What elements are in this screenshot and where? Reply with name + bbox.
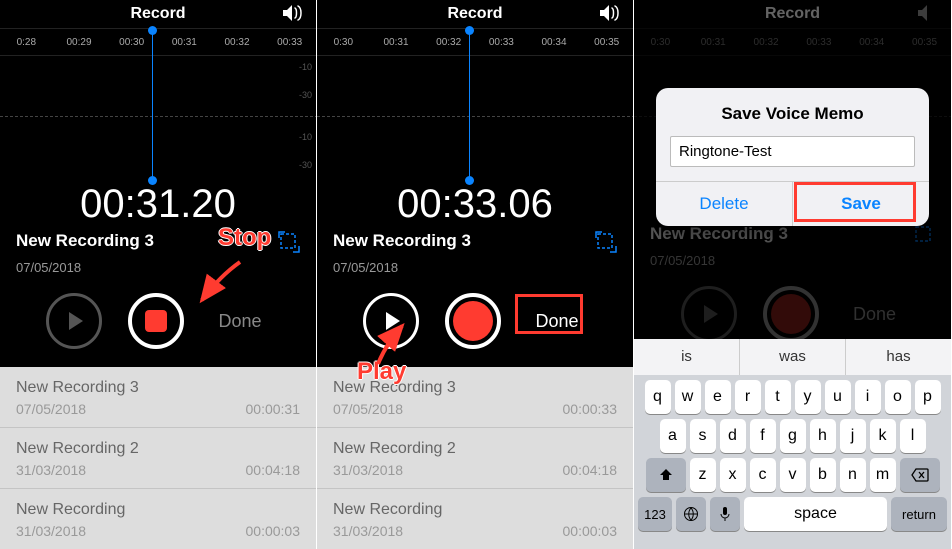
panel-save-dialog: Record 0:30 00:31 00:32 00:33 00:34 00:3… — [634, 0, 951, 549]
key-j[interactable]: j — [840, 419, 866, 453]
key-w[interactable]: w — [675, 380, 701, 414]
key-u[interactable]: u — [825, 380, 851, 414]
list-item[interactable]: New Recording 3 07/05/201800:00:33 — [317, 367, 633, 428]
key-g[interactable]: g — [780, 419, 806, 453]
suggestion[interactable]: has — [846, 339, 951, 375]
key-n[interactable]: n — [840, 458, 866, 492]
waveform[interactable] — [317, 56, 633, 176]
list-item[interactable]: New Recording 2 31/03/201800:04:18 — [317, 428, 633, 489]
panel-recording-stop: Record 0:28 00:29 00:30 00:31 00:32 00:3… — [0, 0, 317, 549]
save-button[interactable]: Save — [792, 182, 929, 226]
record-icon — [453, 301, 493, 341]
key-y[interactable]: y — [795, 380, 821, 414]
space-key[interactable]: space — [744, 497, 887, 531]
controls: Done — [317, 275, 633, 367]
mic-key[interactable] — [710, 497, 740, 531]
done-button[interactable]: Done — [210, 311, 270, 332]
key-z[interactable]: z — [690, 458, 716, 492]
recording-date: 07/05/2018 — [0, 258, 316, 275]
key-a[interactable]: a — [660, 419, 686, 453]
trim-icon[interactable] — [278, 231, 300, 258]
keyboard-row: 123 space return — [634, 492, 951, 537]
elapsed-time: 00:31.20 — [0, 176, 316, 231]
backspace-key[interactable] — [900, 458, 940, 492]
play-button[interactable] — [46, 293, 102, 349]
waveform[interactable]: -10 -30 -10 -30 — [0, 56, 316, 176]
time-ruler[interactable]: 0:28 00:29 00:30 00:31 00:32 00:33 — [0, 28, 316, 56]
key-r[interactable]: r — [735, 380, 761, 414]
header: Record — [317, 0, 633, 28]
keyboard-row: q w e r t y u i o p — [634, 375, 951, 414]
trim-icon[interactable] — [595, 231, 617, 258]
panel-done: Record 0:30 00:31 00:32 00:33 00:34 00:3… — [317, 0, 634, 549]
playhead[interactable] — [152, 28, 153, 181]
key-i[interactable]: i — [855, 380, 881, 414]
delete-button[interactable]: Delete — [656, 182, 792, 226]
suggestion[interactable]: is — [634, 339, 740, 375]
numbers-key[interactable]: 123 — [638, 497, 672, 531]
play-icon — [69, 312, 83, 330]
dialog-title: Save Voice Memo — [656, 88, 929, 136]
recordings-list: New Recording 3 07/05/201800:00:31 New R… — [0, 367, 316, 549]
key-c[interactable]: c — [750, 458, 776, 492]
header: Record — [0, 0, 316, 28]
key-h[interactable]: h — [810, 419, 836, 453]
stop-icon — [145, 310, 167, 332]
key-d[interactable]: d — [720, 419, 746, 453]
memo-name-input[interactable] — [670, 136, 915, 167]
recordings-list: New Recording 3 07/05/201800:00:33 New R… — [317, 367, 633, 549]
playhead[interactable] — [469, 28, 470, 181]
speaker-icon[interactable] — [282, 4, 304, 27]
keyboard-row: a s d f g h j k l — [634, 414, 951, 453]
play-button[interactable] — [363, 293, 419, 349]
key-k[interactable]: k — [870, 419, 896, 453]
recording-date: 07/05/2018 — [317, 258, 633, 275]
time-ruler[interactable]: 0:30 00:31 00:32 00:33 00:34 00:35 — [317, 28, 633, 56]
key-l[interactable]: l — [900, 419, 926, 453]
key-q[interactable]: q — [645, 380, 671, 414]
keyboard-row: z x c v b n m — [634, 453, 951, 492]
list-item[interactable]: New Recording 3 07/05/201800:00:31 — [0, 367, 316, 428]
list-item[interactable]: New Recording 31/03/201800:00:03 — [317, 489, 633, 549]
globe-key[interactable] — [676, 497, 706, 531]
record-button[interactable] — [445, 293, 501, 349]
recording-title[interactable]: New Recording 3 — [16, 231, 154, 251]
header-title: Record — [130, 5, 185, 23]
header-title: Record — [447, 5, 502, 23]
return-key[interactable]: return — [891, 497, 947, 531]
key-x[interactable]: x — [720, 458, 746, 492]
play-icon — [386, 312, 400, 330]
key-o[interactable]: o — [885, 380, 911, 414]
key-e[interactable]: e — [705, 380, 731, 414]
shift-key[interactable] — [646, 458, 686, 492]
keyboard: is was has q w e r t y u i o p a s d f g… — [634, 339, 951, 549]
elapsed-time: 00:33.06 — [317, 176, 633, 231]
key-p[interactable]: p — [915, 380, 941, 414]
key-s[interactable]: s — [690, 419, 716, 453]
recording-title[interactable]: New Recording 3 — [333, 231, 471, 251]
suggestion-bar: is was has — [634, 339, 951, 375]
stop-record-button[interactable] — [128, 293, 184, 349]
controls: Done — [0, 275, 316, 367]
key-v[interactable]: v — [780, 458, 806, 492]
key-b[interactable]: b — [810, 458, 836, 492]
key-t[interactable]: t — [765, 380, 791, 414]
speaker-icon[interactable] — [599, 4, 621, 27]
key-m[interactable]: m — [870, 458, 896, 492]
key-f[interactable]: f — [750, 419, 776, 453]
list-item[interactable]: New Recording 2 31/03/201800:04:18 — [0, 428, 316, 489]
done-button[interactable]: Done — [527, 311, 587, 332]
list-item[interactable]: New Recording 31/03/201800:00:03 — [0, 489, 316, 549]
suggestion[interactable]: was — [740, 339, 846, 375]
save-memo-dialog: Save Voice Memo Delete Save — [656, 88, 929, 226]
